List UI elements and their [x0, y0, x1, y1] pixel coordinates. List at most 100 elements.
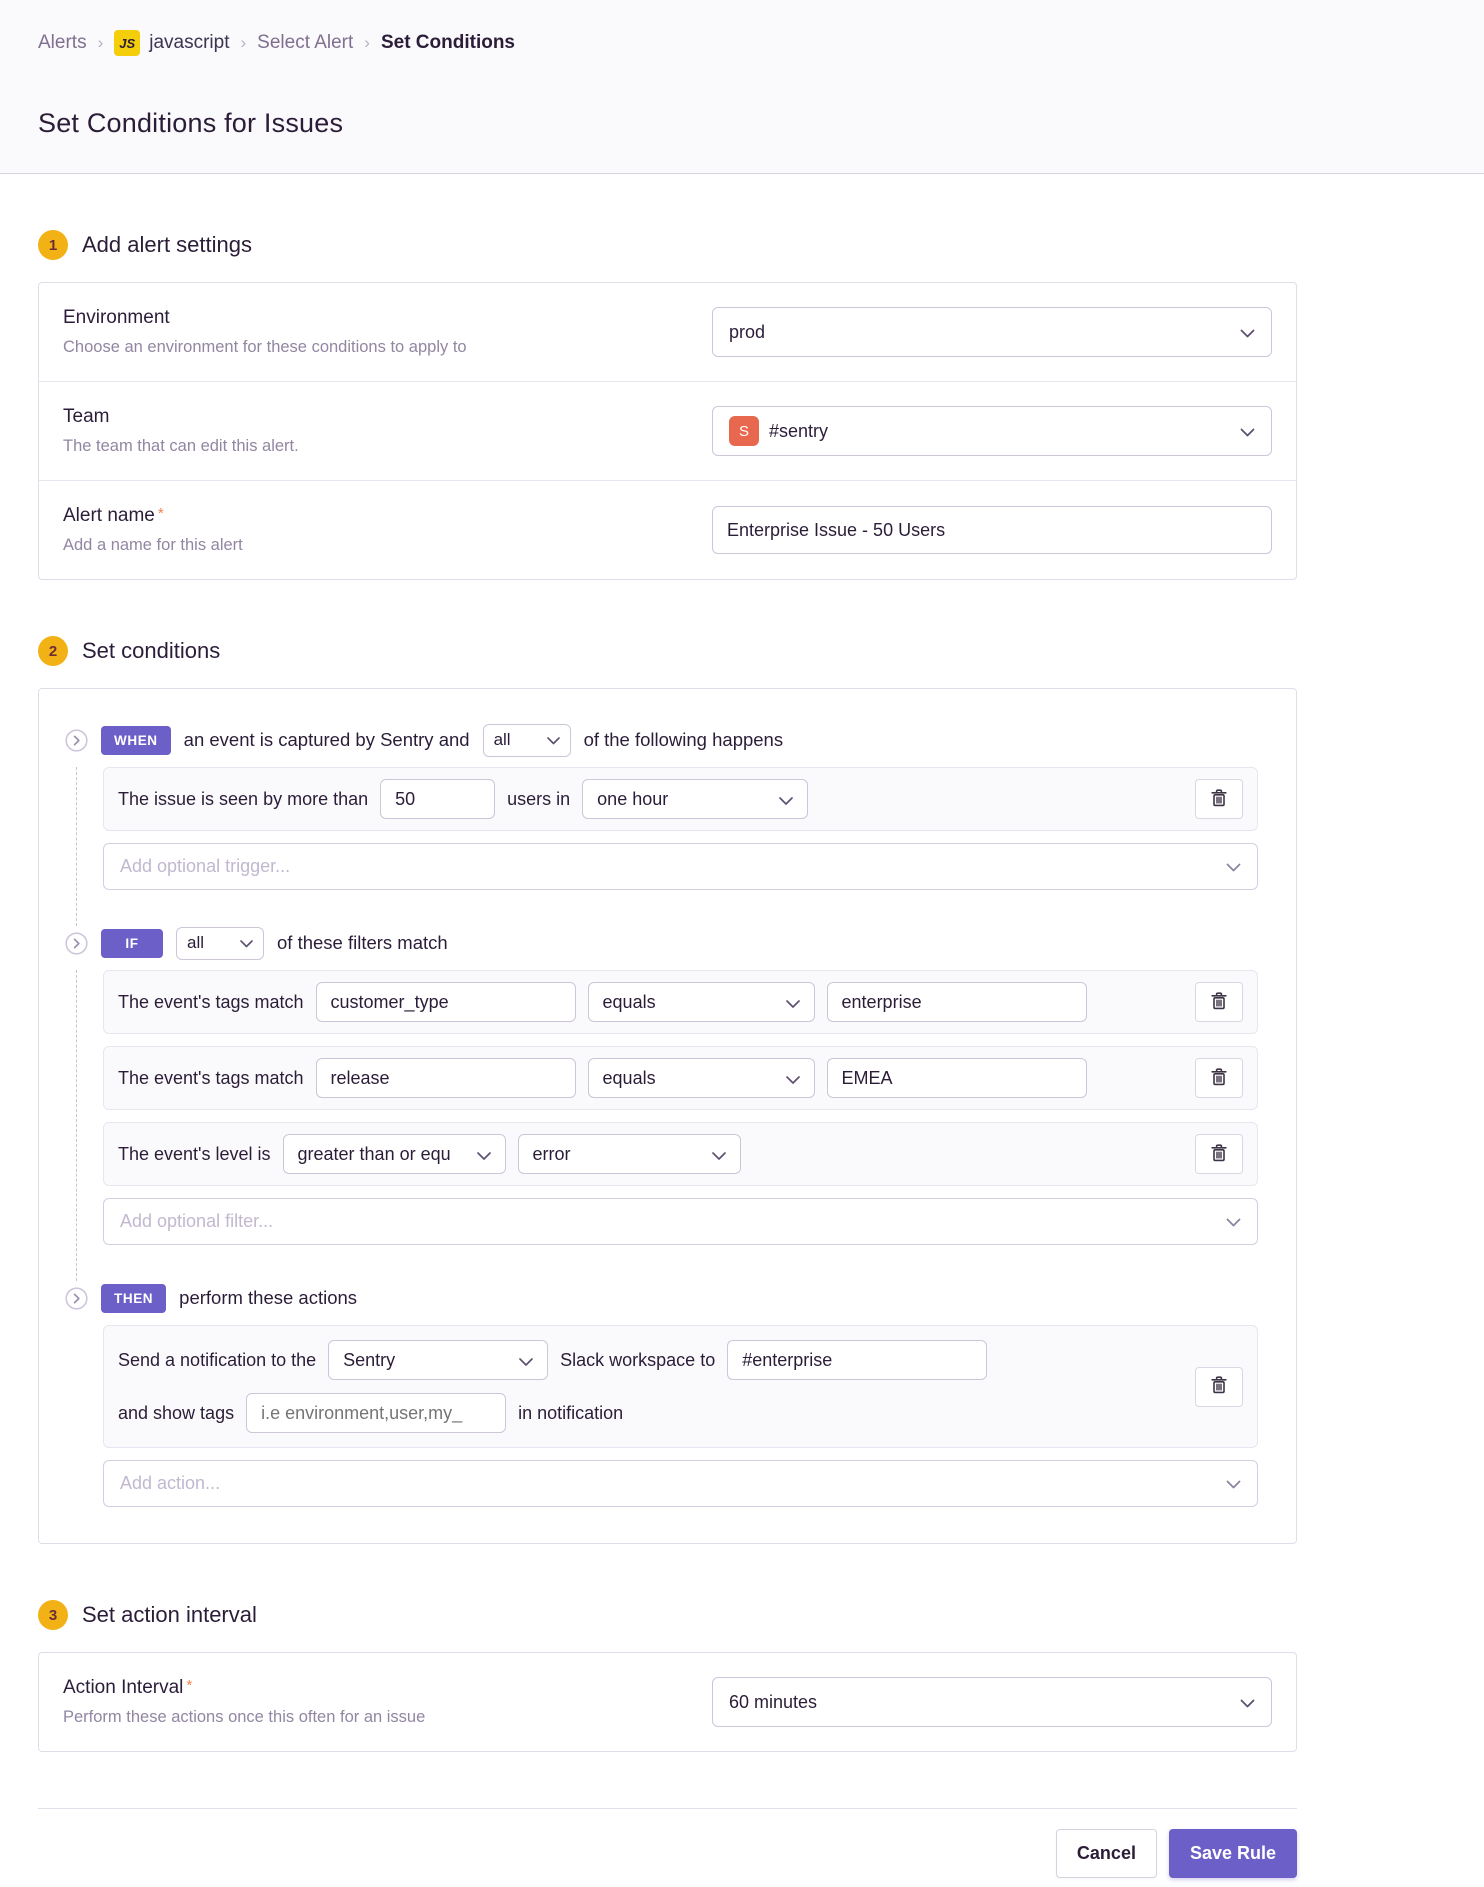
filter-text: The event's tags match	[118, 1068, 304, 1089]
delete-action-button[interactable]	[1195, 1367, 1243, 1407]
level-op-select[interactable]: greater than or equ	[283, 1134, 506, 1174]
workspace-value: Sentry	[343, 1350, 395, 1371]
breadcrumb-separator: ›	[98, 33, 104, 53]
trash-icon	[1211, 789, 1227, 810]
tag-op-select[interactable]: equals	[588, 1058, 815, 1098]
level-filter-row: The event's level is greater than or equ…	[103, 1122, 1258, 1186]
tag-key-input[interactable]	[331, 1068, 561, 1089]
team-label: Team	[63, 406, 299, 428]
when-match-value: all	[494, 730, 511, 750]
delete-filter-button[interactable]	[1195, 1134, 1243, 1174]
add-action-placeholder: Add action...	[120, 1473, 220, 1494]
chevron-down-icon	[786, 992, 800, 1013]
channel-input-wrap	[727, 1340, 987, 1380]
team-row: Team The team that can edit this alert. …	[39, 381, 1296, 480]
collapse-chevron-icon[interactable]	[65, 729, 88, 752]
breadcrumb-alerts[interactable]: Alerts	[38, 32, 87, 54]
channel-input[interactable]	[742, 1350, 972, 1371]
action-text: Send a notification to the	[118, 1350, 316, 1371]
alert-name-row: Alert name* Add a name for this alert	[39, 480, 1296, 579]
collapse-chevron-icon[interactable]	[65, 1287, 88, 1310]
form-footer: Cancel Save Rule	[38, 1808, 1297, 1878]
tags-input[interactable]	[261, 1403, 491, 1424]
condition-text: The issue is seen by more than	[118, 789, 368, 810]
javascript-platform-icon: JS	[114, 30, 140, 56]
chevron-down-icon	[547, 730, 560, 750]
action-interval-help: Perform these actions once this often fo…	[63, 1708, 425, 1727]
tag-key-input-wrap	[316, 1058, 576, 1098]
tag-op-value: equals	[603, 1068, 656, 1089]
delete-filter-button[interactable]	[1195, 982, 1243, 1022]
filter-row: The event's tags match equals	[103, 970, 1258, 1034]
chevron-down-icon	[1226, 1211, 1241, 1232]
breadcrumb-project-label: javascript	[149, 32, 229, 54]
if-match-value: all	[187, 933, 204, 953]
step1-number-badge: 1	[38, 230, 68, 260]
breadcrumb-separator: ›	[364, 33, 370, 53]
alert-name-input[interactable]	[727, 520, 1257, 541]
save-rule-button[interactable]: Save Rule	[1169, 1829, 1297, 1878]
step2-number-badge: 2	[38, 636, 68, 666]
tag-value-input[interactable]	[842, 1068, 1072, 1089]
environment-label: Environment	[63, 307, 467, 329]
action-text: in notification	[518, 1403, 623, 1424]
chevron-down-icon	[1226, 856, 1241, 877]
breadcrumb: Alerts › JS javascript › Select Alert › …	[38, 30, 1446, 56]
step2-header: 2 Set conditions	[38, 636, 1297, 666]
delete-condition-button[interactable]	[1195, 779, 1243, 819]
breadcrumb-current: Set Conditions	[381, 32, 515, 54]
filter-text: The event's level is	[118, 1144, 271, 1165]
action-text: and show tags	[118, 1403, 234, 1424]
when-text-after: of the following happens	[584, 729, 784, 751]
environment-select[interactable]: prod	[712, 307, 1272, 357]
chevron-down-icon	[712, 1144, 726, 1165]
if-match-select[interactable]: all	[176, 927, 264, 960]
action-interval-select[interactable]: 60 minutes	[712, 1677, 1272, 1727]
action-interval-row: Action Interval* Perform these actions o…	[39, 1653, 1296, 1751]
tag-op-select[interactable]: equals	[588, 982, 815, 1022]
interval-select[interactable]: one hour	[582, 779, 808, 819]
if-rule-header: IF all of these filters match	[65, 926, 1258, 960]
level-value: error	[533, 1144, 571, 1165]
trash-icon	[1211, 1144, 1227, 1165]
action-text: Slack workspace to	[560, 1350, 715, 1371]
add-filter-select[interactable]: Add optional filter...	[103, 1198, 1258, 1245]
collapse-chevron-icon[interactable]	[65, 932, 88, 955]
environment-row: Environment Choose an environment for th…	[39, 283, 1296, 381]
breadcrumb-project[interactable]: JS javascript	[114, 30, 229, 56]
alert-name-input-wrap	[712, 506, 1272, 554]
then-rule-header: THEN perform these actions	[65, 1281, 1258, 1315]
tag-key-input-wrap	[316, 982, 576, 1022]
step1-title: Add alert settings	[82, 232, 252, 258]
trash-icon	[1211, 1068, 1227, 1089]
add-trigger-select[interactable]: Add optional trigger...	[103, 843, 1258, 890]
then-rule-body: Send a notification to the Sentry Slack …	[76, 1325, 1258, 1507]
filter-row: The event's tags match equals	[103, 1046, 1258, 1110]
chevron-down-icon	[519, 1350, 533, 1371]
when-rule-header: WHEN an event is captured by Sentry and …	[65, 723, 1258, 757]
team-select[interactable]: S #sentry	[712, 406, 1272, 456]
tag-op-value: equals	[603, 992, 656, 1013]
when-condition-row: The issue is seen by more than users in …	[103, 767, 1258, 831]
action-row: Send a notification to the Sentry Slack …	[103, 1325, 1258, 1448]
tag-value-input[interactable]	[842, 992, 1072, 1013]
delete-filter-button[interactable]	[1195, 1058, 1243, 1098]
tag-key-input[interactable]	[331, 992, 561, 1013]
then-badge: THEN	[101, 1284, 166, 1313]
page-header: Alerts › JS javascript › Select Alert › …	[0, 0, 1484, 174]
level-value-select[interactable]: error	[518, 1134, 741, 1174]
add-action-select[interactable]: Add action...	[103, 1460, 1258, 1507]
step3-title: Set action interval	[82, 1602, 257, 1628]
add-trigger-placeholder: Add optional trigger...	[120, 856, 290, 877]
breadcrumb-select-alert[interactable]: Select Alert	[257, 32, 353, 54]
when-match-select[interactable]: all	[483, 724, 571, 757]
workspace-select[interactable]: Sentry	[328, 1340, 548, 1380]
if-badge: IF	[101, 929, 163, 958]
team-select-value: #sentry	[769, 421, 828, 442]
if-rule-body: The event's tags match equals The event'…	[76, 970, 1258, 1281]
step3-header: 3 Set action interval	[38, 1600, 1297, 1630]
cancel-button[interactable]: Cancel	[1056, 1829, 1157, 1878]
team-help: The team that can edit this alert.	[63, 437, 299, 456]
trash-icon	[1211, 1376, 1227, 1397]
user-count-input[interactable]	[395, 789, 480, 810]
